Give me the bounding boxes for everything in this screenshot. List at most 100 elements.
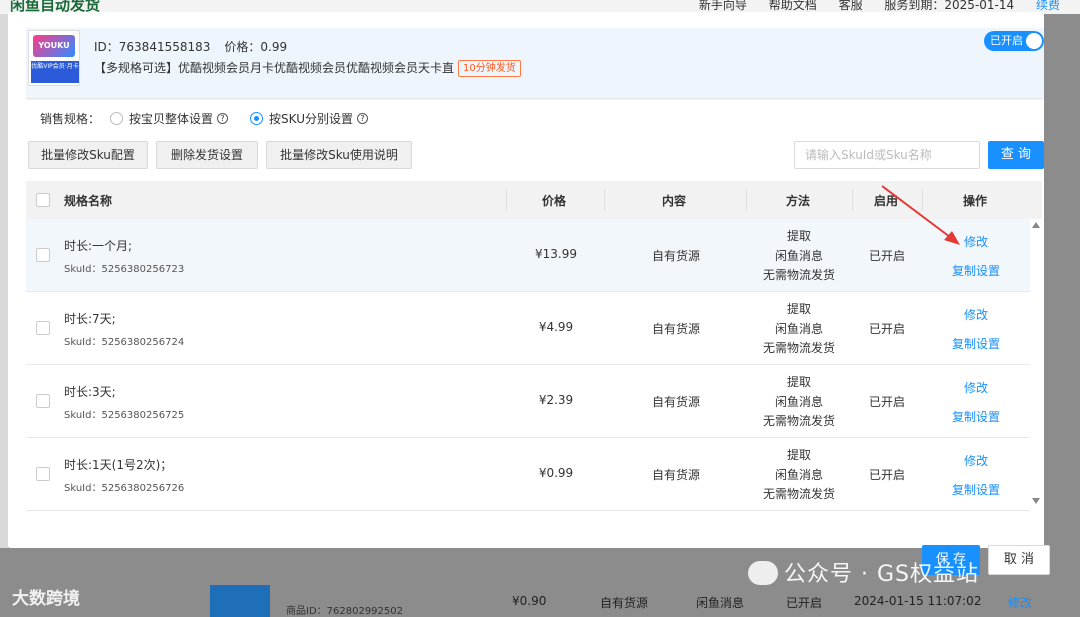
nav-service[interactable]: 客服 xyxy=(839,0,863,12)
method-extract: 提取 xyxy=(786,448,811,462)
corner-watermark: 大数跨境 xyxy=(12,589,80,609)
sku-content: 自有货源 xyxy=(651,395,700,409)
row-checkbox[interactable] xyxy=(36,394,50,408)
youku-logo: YOUKU xyxy=(33,35,75,57)
divider xyxy=(26,98,1042,99)
background-edit-link[interactable]: 修改 xyxy=(1008,594,1032,611)
column-separator xyxy=(746,189,747,211)
background-product-id: 商品ID：762802992502 xyxy=(286,606,403,617)
edit-link[interactable]: 修改 xyxy=(922,452,1030,469)
product-id: ID：763841558183 xyxy=(94,40,211,54)
sales-spec-row: 销售规格： 按宝贝整体设置 ? 按SKU分别设置 ? xyxy=(40,110,380,127)
sku-id: SkuId：5256380256723 xyxy=(64,264,185,275)
sku-enabled-status: 已开启 xyxy=(868,395,905,409)
header-price: 价格 xyxy=(542,194,567,208)
background-time: 2024-01-15 11:07:02 xyxy=(854,594,982,608)
radio-per-sku-label[interactable]: 按SKU分别设置 xyxy=(269,110,353,127)
radio-per-sku[interactable] xyxy=(250,112,264,125)
product-info-card: YOUKU 优酷VIP会员·月卡 ID：763841558183 价格：0.99 … xyxy=(26,28,1044,100)
scroll-down-arrow-icon[interactable] xyxy=(1032,498,1040,504)
background-sidebar xyxy=(0,14,8,617)
background-status: 已开启 xyxy=(786,596,823,610)
method-no-logistics: 无需物流发货 xyxy=(762,414,835,428)
edit-link[interactable]: 修改 xyxy=(922,306,1030,323)
nav-guide[interactable]: 新手向导 xyxy=(699,0,747,12)
service-expiry: 服务到期：2025-01-14 xyxy=(884,0,1015,12)
method-no-logistics: 无需物流发货 xyxy=(762,341,835,355)
table-row: 时长:1天(1号2次)； SkuId：5256380256726 ¥0.99 自… xyxy=(26,438,1030,511)
cancel-button[interactable]: 取 消 xyxy=(988,545,1050,575)
scroll-up-arrow-icon[interactable] xyxy=(1032,222,1040,228)
table-row: 时长:3天; SkuId：5256380256725 ¥2.39 自有货源 提取… xyxy=(26,365,1030,438)
watermark-text: 公众号 · GS权益站 xyxy=(784,562,979,587)
delete-delivery-settings-button[interactable]: 删除发货设置 xyxy=(156,141,258,169)
copy-settings-link[interactable]: 复制设置 xyxy=(922,335,1030,352)
method-message: 闲鱼消息 xyxy=(774,394,823,409)
sku-price: ¥4.99 xyxy=(538,320,574,334)
renew-link[interactable]: 续费 xyxy=(1036,0,1060,12)
watermark: 公众号 · GS权益站 xyxy=(748,556,979,588)
sku-price: ¥13.99 xyxy=(535,247,577,261)
batch-edit-help-button[interactable]: 批量修改Sku使用说明 xyxy=(266,141,412,169)
copy-settings-link[interactable]: 复制设置 xyxy=(922,481,1030,498)
row-checkbox[interactable] xyxy=(36,321,50,335)
select-all-checkbox[interactable] xyxy=(36,193,50,207)
sku-settings-modal: YOUKU 优酷VIP会员·月卡 ID：763841558183 价格：0.99 … xyxy=(8,12,1044,548)
column-separator xyxy=(506,189,507,211)
row-checkbox[interactable] xyxy=(36,467,50,481)
toggle-knob xyxy=(1026,33,1042,49)
column-separator xyxy=(604,189,605,211)
row-checkbox[interactable] xyxy=(36,248,50,262)
enable-toggle[interactable]: 已开启 xyxy=(984,31,1044,51)
help-icon[interactable]: ? xyxy=(356,113,368,124)
method-extract: 提取 xyxy=(786,302,811,316)
background-right-edge xyxy=(1044,14,1080,617)
query-button[interactable]: 查 询 xyxy=(988,141,1044,169)
sku-method: 提取 闲鱼消息 无需物流发货 xyxy=(746,373,852,432)
sales-spec-label: 销售规格： xyxy=(40,112,101,126)
table-row: 时长:7天; SkuId：5256380256724 ¥4.99 自有货源 提取… xyxy=(26,292,1030,365)
sku-enabled-status: 已开启 xyxy=(868,322,905,336)
copy-settings-link[interactable]: 复制设置 xyxy=(922,262,1030,279)
product-title-line: 【多规格可选】优酷视频会员月卡优酷视频会员优酷视频会员天卡直 10分钟发货 xyxy=(94,59,521,77)
delivery-time-badge: 10分钟发货 xyxy=(458,60,521,77)
background-table-row: 商品ID：762802992502 ¥0.90 自有货源 闲鱼消息 已开启 20… xyxy=(210,585,1050,617)
sku-method: 提取 闲鱼消息 无需物流发货 xyxy=(746,227,852,286)
column-separator xyxy=(852,189,853,211)
nav-help-docs[interactable]: 帮助文档 xyxy=(769,0,817,12)
product-thumbnail: YOUKU 优酷VIP会员·月卡 xyxy=(28,30,80,86)
header-content: 内容 xyxy=(662,194,687,208)
method-message: 闲鱼消息 xyxy=(774,321,823,336)
sku-name: 时长:1天(1号2次)； xyxy=(64,458,173,472)
help-icon[interactable]: ? xyxy=(217,113,229,124)
header-method: 方法 xyxy=(786,194,811,208)
method-no-logistics: 无需物流发货 xyxy=(762,268,835,282)
sku-content: 自有货源 xyxy=(651,322,700,336)
sku-content: 自有货源 xyxy=(651,249,700,263)
radio-whole-item[interactable] xyxy=(110,112,124,125)
annotation-arrow-icon xyxy=(881,185,960,245)
sku-method: 提取 闲鱼消息 无需物流发货 xyxy=(746,446,852,505)
batch-edit-sku-button[interactable]: 批量修改Sku配置 xyxy=(28,141,148,169)
sku-content: 自有货源 xyxy=(651,468,700,482)
header-name: 规格名称 xyxy=(64,194,113,208)
method-message: 闲鱼消息 xyxy=(774,467,823,482)
sku-id: SkuId：5256380256725 xyxy=(64,410,185,421)
background-method: 闲鱼消息 xyxy=(696,596,745,610)
background-price: ¥0.90 xyxy=(512,594,547,608)
background-product-thumb xyxy=(210,585,270,617)
method-no-logistics: 无需物流发货 xyxy=(762,487,835,501)
edit-link[interactable]: 修改 xyxy=(922,379,1030,396)
radio-whole-item-label[interactable]: 按宝贝整体设置 xyxy=(129,110,213,127)
sku-id: SkuId：5256380256726 xyxy=(64,483,185,494)
method-message: 闲鱼消息 xyxy=(774,248,823,263)
copy-settings-link[interactable]: 复制设置 xyxy=(922,408,1030,425)
product-price: 价格：0.99 xyxy=(224,40,288,54)
thumbnail-caption: 优酷VIP会员·月卡 xyxy=(31,61,79,83)
sku-name: 时长:7天; xyxy=(64,312,116,326)
product-title: 【多规格可选】优酷视频会员月卡优酷视频会员优酷视频会员天卡直 xyxy=(94,61,455,75)
sku-price: ¥2.39 xyxy=(538,393,574,407)
sku-name: 时长:3天; xyxy=(64,385,116,399)
sku-search-input[interactable]: 请输入SkuId或Sku名称 xyxy=(794,141,980,169)
sku-price: ¥0.99 xyxy=(538,466,574,480)
